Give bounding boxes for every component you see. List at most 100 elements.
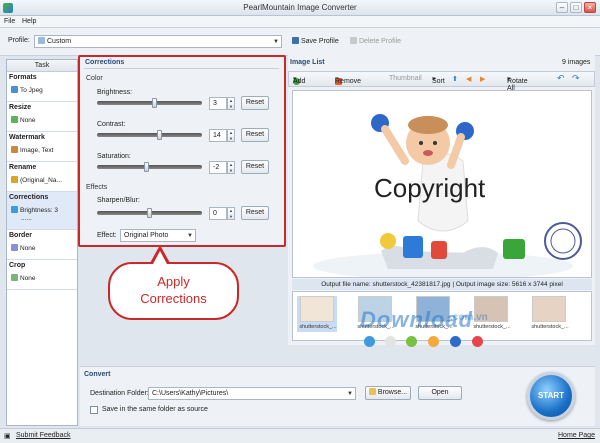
task-section-title: Resize	[9, 104, 32, 111]
thumbnail-button[interactable]: Thumbnail	[389, 75, 422, 82]
corrections-icon	[11, 206, 18, 213]
callout-line1: Apply	[157, 274, 190, 289]
browse-button[interactable]: Browse...	[365, 386, 411, 400]
task-section-title: Border	[9, 232, 32, 239]
same-folder-checkbox[interactable]	[90, 406, 98, 414]
task-corrections[interactable]: Corrections Brightness: 3 ......	[7, 192, 77, 230]
add-label: Add	[293, 78, 306, 85]
floppy-icon	[292, 37, 299, 44]
maximize-button[interactable]: □	[570, 2, 582, 13]
callout-line2: Corrections	[140, 291, 207, 306]
format-icon	[11, 86, 18, 93]
task-section-title: Rename	[9, 164, 37, 171]
feedback-icon: ▣	[4, 433, 11, 440]
thumbnail-label: shutterstock_...	[473, 324, 511, 330]
task-section-title: Watermark	[9, 134, 45, 141]
task-border[interactable]: Border None	[7, 230, 77, 260]
start-button[interactable]: START	[527, 372, 575, 420]
window-title: PearlMountain Image Converter	[243, 3, 357, 12]
task-rename[interactable]: Rename {Original_Na...	[7, 162, 77, 192]
arrow-left-icon[interactable]: ◀	[466, 75, 471, 83]
task-section-value: Image, Text	[20, 147, 54, 154]
task-section-value: Brightness: 3	[20, 207, 58, 214]
thumbnail-label: shutterstock_...	[531, 324, 569, 330]
callout-tail-inner	[153, 251, 167, 264]
remove-label: Remove	[335, 78, 362, 85]
browse-label: Browse...	[377, 389, 408, 396]
submit-feedback-link[interactable]: Submit Feedback	[16, 432, 70, 439]
convert-header: Convert	[84, 371, 111, 378]
rotate-all-button[interactable]: Rotate All ▾	[507, 75, 528, 92]
task-section-title: Crop	[9, 262, 26, 269]
profile-value: Custom	[47, 38, 72, 45]
task-section-value: None	[20, 117, 36, 124]
rotate-right-icon[interactable]: ↷	[572, 73, 580, 84]
thumbnail-item[interactable]: shutterstock_...	[297, 296, 337, 332]
save-profile-button[interactable]: Save Profile	[292, 37, 339, 45]
rotate-left-icon[interactable]: ↶	[557, 73, 565, 84]
watermark-icon	[11, 146, 18, 153]
delete-profile-button[interactable]: Delete Profile	[350, 37, 401, 45]
thumbnail-item[interactable]: shutterstock_...	[529, 296, 569, 332]
task-panel: Task Formats To Jpeg Resize None Waterma…	[6, 59, 78, 426]
arrow-right-icon[interactable]: ▶	[480, 75, 485, 83]
sort-button[interactable]: Sort ▾	[432, 75, 445, 85]
watermark-dot	[406, 336, 417, 347]
same-folder-label: Save in the same folder as source	[102, 406, 208, 413]
pencil-icon	[11, 176, 18, 183]
task-section-title: Formats	[9, 74, 37, 81]
callout-bubble: Apply Corrections	[108, 262, 239, 320]
image-toolbar: Add ▾ Remove ▾ Thumbnail Sort ▾ ⬆ ◀ ▶ Ro…	[288, 71, 595, 92]
status-bar: ▣ Submit Feedback Home Page	[0, 428, 600, 443]
remove-button[interactable]: Remove ▾	[335, 75, 361, 85]
chevron-down-icon: ▼	[347, 391, 353, 397]
move-up-icon[interactable]: ⬆	[452, 75, 458, 83]
file-info: Output file name: shutterstock_42381817.…	[292, 279, 592, 290]
highlight-box	[78, 55, 286, 247]
menu-bar: File Help	[0, 16, 600, 28]
task-section-value: None	[20, 245, 36, 252]
home-page-link[interactable]: Home Page	[558, 432, 595, 439]
open-button[interactable]: Open	[418, 386, 462, 400]
profile-bar: Profile: Custom ▼ Save Profile Delete Pr…	[0, 28, 600, 56]
preview-watermark-text: Copyright	[374, 173, 486, 203]
add-button[interactable]: Add ▾	[293, 75, 305, 85]
resize-icon	[11, 116, 18, 123]
task-crop[interactable]: Crop None	[7, 260, 77, 290]
profile-label: Profile:	[8, 37, 30, 44]
delete-icon	[350, 37, 357, 44]
menu-help[interactable]: Help	[22, 18, 36, 25]
destination-folder-input[interactable]: C:\Users\Kathy\Pictures\ ▼	[148, 387, 356, 400]
folder-icon	[368, 388, 376, 395]
close-button[interactable]: ×	[584, 2, 596, 13]
task-section-value: None	[20, 275, 36, 282]
task-formats[interactable]: Formats To Jpeg	[7, 72, 77, 102]
watermark-dot	[428, 336, 439, 347]
task-watermark[interactable]: Watermark Image, Text	[7, 132, 77, 162]
watermark-dot	[385, 336, 396, 347]
watermark-dot	[472, 336, 483, 347]
watermark-dot	[450, 336, 461, 347]
task-header: Task	[7, 60, 77, 72]
minimize-button[interactable]: –	[556, 2, 568, 13]
title-bar: PearlMountain Image Converter – □ ×	[0, 0, 600, 16]
delete-profile-label: Delete Profile	[359, 38, 402, 45]
task-section-value-more: ......	[21, 215, 32, 222]
chevron-down-icon: ▼	[273, 39, 279, 45]
profile-select[interactable]: Custom ▼	[34, 35, 282, 48]
border-icon	[11, 244, 18, 251]
task-section-title: Corrections	[9, 194, 49, 201]
convert-panel: Convert Destination Folder: C:\Users\Kat…	[80, 366, 595, 426]
watermark-dot	[364, 336, 375, 347]
thumbnail-label: shutterstock_...	[299, 324, 337, 330]
crop-icon	[11, 274, 18, 281]
thumbnail-image	[532, 296, 566, 322]
profile-icon	[38, 37, 45, 44]
image-count: 9 images	[562, 59, 591, 66]
sort-label: Sort	[432, 78, 445, 85]
thumbnail-image	[300, 296, 334, 322]
menu-file[interactable]: File	[4, 18, 15, 25]
task-section-value: {Original_Na...	[20, 177, 62, 184]
task-resize[interactable]: Resize None	[7, 102, 77, 132]
save-profile-label: Save Profile	[301, 38, 339, 45]
